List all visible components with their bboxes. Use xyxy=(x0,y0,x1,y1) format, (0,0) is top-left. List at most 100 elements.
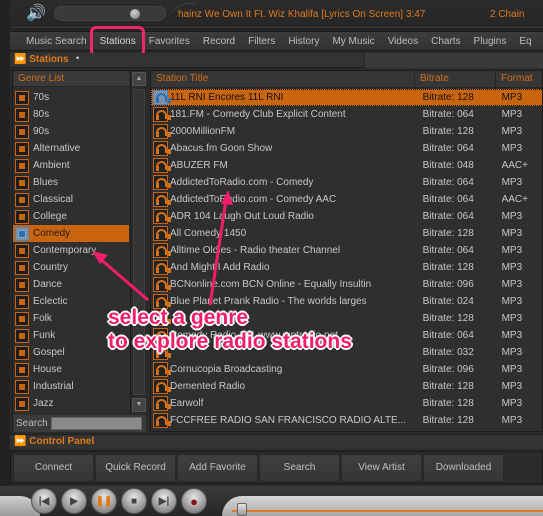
quick-record-button[interactable]: Quick Record xyxy=(95,453,176,482)
station-title: 181.FM - Comedy Club Explicit Content xyxy=(170,109,346,120)
station-row[interactable]: AddictedToRadio.com - Comedy AAC Bitrate:… xyxy=(151,191,542,208)
genre-item[interactable]: 80s xyxy=(13,106,129,123)
search-button[interactable]: Search xyxy=(259,453,340,482)
menu-videos[interactable]: Videos xyxy=(388,36,418,47)
genre-item[interactable]: Country xyxy=(13,259,129,276)
column-header-station-title[interactable]: Station Title xyxy=(151,71,415,87)
station-row[interactable]: 11L RNI Encores 11L RNI Bitrate: 128 MP3 xyxy=(151,89,542,106)
genre-item[interactable]: Dance xyxy=(13,276,129,293)
volume-slider[interactable] xyxy=(54,6,166,21)
station-bitrate: Bitrate: 064 xyxy=(422,330,474,341)
station-format: MP3 xyxy=(501,109,523,120)
genre-item[interactable]: Eclectic xyxy=(13,293,129,310)
menu-favorites[interactable]: Favorites xyxy=(149,36,190,47)
genre-folder-icon xyxy=(15,141,29,156)
menu-my-music[interactable]: My Music xyxy=(332,36,374,47)
genre-item[interactable]: Contemporary xyxy=(13,242,129,259)
genre-item[interactable]: House xyxy=(13,361,129,378)
scroll-down-icon[interactable]: ▼ xyxy=(132,398,146,412)
genre-item[interactable]: Blues xyxy=(13,174,129,191)
station-row[interactable]: FCCFREE RADIO SAN FRANCISCO RADIO ALTE..… xyxy=(151,412,542,429)
station-bitrate: Bitrate: 096 xyxy=(422,364,474,375)
genre-item[interactable]: 70s xyxy=(13,89,129,106)
headphones-icon xyxy=(153,379,171,394)
station-row[interactable]: ADR 104 Laugh Out Loud Radio Bitrate: 064… xyxy=(151,208,542,225)
station-row[interactable]: AddictedToRadio.com - Comedy Bitrate: 064… xyxy=(151,174,542,191)
menu-eq[interactable]: Eq xyxy=(519,36,531,47)
view-artist-button[interactable]: View Artist xyxy=(341,453,422,482)
genre-item[interactable]: Funk xyxy=(13,327,129,344)
headphones-icon xyxy=(153,328,171,343)
genre-folder-icon xyxy=(15,294,29,309)
scroll-up-icon[interactable]: ▲ xyxy=(132,72,146,86)
volume-knob[interactable] xyxy=(130,9,140,19)
station-bitrate: Bitrate: 128 xyxy=(422,313,474,324)
connect-button[interactable]: Connect xyxy=(13,453,94,482)
record-icon[interactable]: ● xyxy=(181,488,207,514)
speaker-icon[interactable]: 🔊 xyxy=(26,4,46,24)
genre-item[interactable]: Industrial xyxy=(13,378,129,395)
column-header-format[interactable]: Format xyxy=(496,71,542,87)
genre-folder-icon xyxy=(15,243,29,258)
genre-folder-icon xyxy=(15,260,29,275)
station-row[interactable]: BCNonline.com BCN Online - Equally Insul… xyxy=(151,276,542,293)
station-title: AddictedToRadio.com - Comedy xyxy=(170,177,314,188)
column-header-bitrate[interactable]: Bitrate xyxy=(415,71,496,87)
previous-icon[interactable]: |◀ xyxy=(31,488,57,514)
menu-plugins[interactable]: Plugins xyxy=(474,36,507,47)
genre-search-input[interactable] xyxy=(51,417,142,430)
station-row[interactable]: Cornucopia Broadcasting Bitrate: 096 MP3 xyxy=(151,361,542,378)
seek-handle[interactable] xyxy=(237,503,247,516)
seek-bar[interactable] xyxy=(232,510,543,512)
station-row[interactable]: Comedy Radio 101 www.mptradio.net Bitrate… xyxy=(151,327,542,344)
play-icon[interactable]: ▶ xyxy=(61,488,87,514)
station-row[interactable]: All Comedy 1450 Bitrate: 128 MP3 xyxy=(151,225,542,242)
menu-filters[interactable]: Filters xyxy=(248,36,275,47)
headphones-icon xyxy=(153,311,171,326)
scroll-track[interactable] xyxy=(133,89,145,395)
window-left-edge xyxy=(0,30,10,486)
station-row[interactable]: Alltime Oldies - Radio theater Channel Bi… xyxy=(151,242,542,259)
genre-item[interactable]: Ambient xyxy=(13,157,129,174)
menu-record[interactable]: Record xyxy=(203,36,235,47)
station-row[interactable]: 2000MillionFM Bitrate: 128 MP3 xyxy=(151,123,542,140)
genre-item[interactable]: Jazz xyxy=(13,395,129,412)
genre-item[interactable]: Comedy xyxy=(13,225,129,242)
station-row[interactable]: And Might I Add Radio Bitrate: 128 MP3 xyxy=(151,259,542,276)
genre-item[interactable]: Folk xyxy=(13,310,129,327)
stop-icon[interactable]: ■ xyxy=(121,488,147,514)
station-row[interactable]: 181.FM - Comedy Club Explicit Content Bit… xyxy=(151,106,542,123)
genre-item[interactable]: 90s xyxy=(13,123,129,140)
station-row[interactable]: Bitrate: 032 MP3 xyxy=(151,344,542,361)
next-icon[interactable]: ▶| xyxy=(151,488,177,514)
genre-folder-icon xyxy=(15,226,29,241)
station-row[interactable]: Blue Planet Prank Radio - The worlds lar… xyxy=(151,293,542,310)
station-row[interactable]: Abacus.fm Goon Show Bitrate: 064 MP3 xyxy=(151,140,542,157)
station-row[interactable]: Bitrate: 128 MP3 xyxy=(151,310,542,327)
downloaded-button[interactable]: Downloaded xyxy=(423,453,504,482)
genre-item[interactable]: Alternative xyxy=(13,140,129,157)
station-row[interactable]: Earwolf Bitrate: 128 MP3 xyxy=(151,395,542,412)
station-row[interactable]: Demented Radio Bitrate: 128 MP3 xyxy=(151,378,542,395)
menu-stations[interactable]: Stations xyxy=(100,36,136,47)
menu-charts[interactable]: Charts xyxy=(431,36,460,47)
genre-item[interactable]: Classical xyxy=(13,191,129,208)
pause-icon[interactable]: ❚❚ xyxy=(91,488,117,514)
menu-history[interactable]: History xyxy=(288,36,319,47)
headphones-icon xyxy=(153,396,171,411)
station-title: Abacus.fm Goon Show xyxy=(170,143,273,154)
station-bitrate: Bitrate: 096 xyxy=(422,279,474,290)
control-panel-buttons: Connect Quick Record Add Favorite Search… xyxy=(10,451,543,484)
genre-item[interactable]: Gospel xyxy=(13,344,129,361)
station-format: MP3 xyxy=(501,296,523,307)
station-bitrate: Bitrate: 128 xyxy=(422,381,474,392)
genre-label: 80s xyxy=(33,109,50,120)
station-row[interactable]: ABUZER FM Bitrate: 048 AAC+ xyxy=(151,157,542,174)
genre-item[interactable]: College xyxy=(13,208,129,225)
stations-section-header: ⏩ Stations • xyxy=(10,53,543,68)
station-title: Earwolf xyxy=(170,398,204,409)
genre-folder-icon xyxy=(15,328,29,343)
add-favorite-button[interactable]: Add Favorite xyxy=(177,453,258,482)
menu-music-search[interactable]: Music Search xyxy=(26,36,87,47)
genre-scrollbar[interactable]: ▲ ▼ xyxy=(130,71,146,413)
